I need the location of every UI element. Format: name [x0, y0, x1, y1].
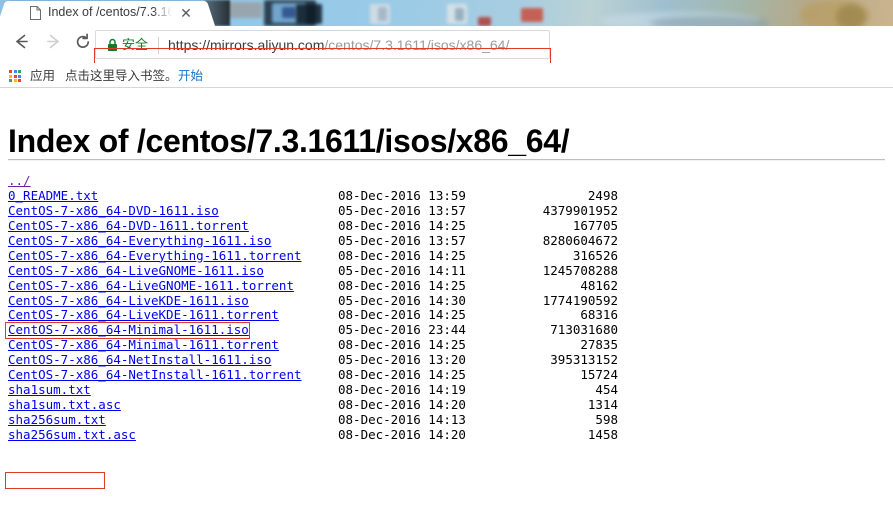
- file-size: 1245708288: [542, 262, 618, 278]
- file-link[interactable]: CentOS-7-x86_64-LiveKDE-1611.torrent: [8, 307, 279, 322]
- security-status-label: 安全: [122, 38, 149, 53]
- file-link[interactable]: 0_README.txt: [8, 188, 98, 203]
- page-content: Index of /centos/7.3.1611/isos/x86_64/ .…: [0, 88, 893, 532]
- file-size: 1774190592: [542, 292, 618, 308]
- file-size: 713031680: [550, 322, 618, 338]
- file-date: 05-Dec-2016 13:57: [338, 232, 466, 248]
- file-size: 15724: [580, 367, 618, 383]
- listing-row: CentOS-7-x86_64-LiveKDE-1611.iso 05-Dec-2…: [8, 292, 885, 309]
- listing-row: sha1sum.txt.asc 08-Dec-2016 14:20 1314: [8, 397, 885, 413]
- file-date: 08-Dec-2016 14:25: [338, 367, 466, 383]
- file-date: 08-Dec-2016 13:59: [338, 187, 466, 203]
- directory-listing: ../0_README.txt 08-Dec-2016 13:59 2498 Cent…: [8, 173, 885, 443]
- listing-row: ../: [8, 173, 885, 189]
- page-title: Index of /centos/7.3.1611/isos/x86_64/: [8, 123, 570, 160]
- file-size: 68316: [580, 307, 618, 323]
- listing-row: CentOS-7-x86_64-LiveKDE-1611.torrent 08-D…: [8, 307, 885, 323]
- file-size: 454: [595, 382, 618, 398]
- listing-row: CentOS-7-x86_64-Minimal-1611.iso 05-Dec-2…: [8, 322, 885, 338]
- file-date: 08-Dec-2016 14:20: [338, 397, 466, 413]
- annotation-box-sha1sum: [5, 472, 105, 489]
- file-size: 27835: [580, 337, 618, 353]
- file-size: 2498: [587, 187, 618, 203]
- file-link[interactable]: sha1sum.txt.asc: [8, 397, 121, 412]
- file-size: 1314: [587, 397, 618, 413]
- bookmark-start-link[interactable]: 开始: [178, 67, 203, 84]
- bookmark-import-hint: 点击这里导入书签。: [65, 68, 178, 83]
- file-date: 08-Dec-2016 14:25: [338, 307, 466, 323]
- file-link[interactable]: CentOS-7-x86_64-DVD-1611.iso: [8, 203, 219, 218]
- file-size: 8280604672: [542, 232, 618, 248]
- file-date: 05-Dec-2016 14:11: [338, 262, 466, 278]
- listing-row: sha256sum.txt.asc 08-Dec-2016 14:20 1458: [8, 426, 885, 443]
- omnibox-divider: [158, 37, 159, 54]
- listing-row: CentOS-7-x86_64-Minimal-1611.torrent 08-D…: [8, 337, 885, 353]
- file-link[interactable]: CentOS-7-x86_64-LiveGNOME-1611.torrent: [8, 278, 294, 293]
- page-icon: [30, 6, 41, 20]
- close-icon[interactable]: ✕: [178, 5, 194, 21]
- back-button[interactable]: [8, 32, 34, 58]
- browser-chrome: Index of /centos/7.3.16 ✕ 安全 https://mir…: [0, 0, 893, 88]
- file-link[interactable]: CentOS-7-x86_64-Everything-1611.iso: [8, 233, 271, 248]
- listing-row: CentOS-7-x86_64-NetInstall-1611.torrent 0…: [8, 367, 885, 383]
- lock-icon: [107, 38, 118, 52]
- file-link[interactable]: CentOS-7-x86_64-DVD-1611.torrent: [8, 218, 249, 233]
- browser-tab[interactable]: Index of /centos/7.3.16 ✕: [8, 1, 204, 26]
- listing-row: CentOS-7-x86_64-Everything-1611.torrent 0…: [8, 247, 885, 264]
- forward-button[interactable]: [40, 32, 66, 58]
- file-link[interactable]: CentOS-7-x86_64-Minimal-1611.torrent: [8, 337, 279, 352]
- listing-row: CentOS-7-x86_64-DVD-1611.iso 05-Dec-2016 …: [8, 202, 885, 219]
- url-origin: https://mirrors.aliyun.com: [168, 37, 325, 53]
- listing-row: CentOS-7-x86_64-Everything-1611.iso 05-De…: [8, 232, 885, 249]
- listing-row: sha256sum.txt 08-Dec-2016 14:13 598: [8, 412, 885, 428]
- file-link[interactable]: CentOS-7-x86_64-LiveGNOME-1611.iso: [8, 263, 264, 278]
- file-link[interactable]: CentOS-7-x86_64-Everything-1611.torrent: [8, 248, 302, 263]
- listing-row: CentOS-7-x86_64-DVD-1611.torrent 08-Dec-2…: [8, 217, 885, 234]
- file-date: 05-Dec-2016 13:57: [338, 202, 466, 218]
- file-date: 08-Dec-2016 14:25: [338, 247, 466, 263]
- file-size: 316526: [572, 247, 618, 263]
- file-link[interactable]: CentOS-7-x86_64-NetInstall-1611.torrent: [8, 367, 302, 382]
- file-date: 05-Dec-2016 23:44: [338, 322, 466, 338]
- file-size: 48162: [580, 277, 618, 293]
- tab-strip: Index of /centos/7.3.16 ✕: [0, 0, 893, 26]
- file-link[interactable]: CentOS-7-x86_64-NetInstall-1611.iso: [8, 352, 271, 367]
- listing-row: CentOS-7-x86_64-NetInstall-1611.iso 05-De…: [8, 352, 885, 368]
- tab-title: Index of /centos/7.3.16: [48, 5, 172, 19]
- bookmark-apps-label[interactable]: 应用: [30, 67, 55, 84]
- browser-toolbar: 安全 https://mirrors.aliyun.com/centos/7.3…: [0, 26, 893, 88]
- address-bar[interactable]: 安全 https://mirrors.aliyun.com/centos/7.3…: [95, 30, 550, 59]
- file-size: 598: [595, 412, 618, 427]
- bookmarks-bar: 应用 点击这里导入书签。 开始: [0, 63, 893, 88]
- file-date: 08-Dec-2016 14:25: [338, 217, 466, 233]
- file-link[interactable]: ../: [8, 173, 31, 188]
- file-date: 08-Dec-2016 14:19: [338, 382, 466, 398]
- file-date: 08-Dec-2016 14:13: [338, 412, 466, 427]
- reload-button[interactable]: [70, 32, 96, 58]
- listing-row: 0_README.txt 08-Dec-2016 13:59 2498: [8, 187, 885, 204]
- file-link[interactable]: CentOS-7-x86_64-LiveKDE-1611.iso: [8, 293, 249, 308]
- apps-grid-icon[interactable]: [9, 70, 21, 82]
- url-text: https://mirrors.aliyun.com/centos/7.3.16…: [168, 35, 509, 56]
- file-date: 05-Dec-2016 14:30: [338, 292, 466, 308]
- file-date: 08-Dec-2016 14:20: [338, 426, 466, 442]
- url-path: /centos/7.3.1611/isos/x86_64/: [324, 37, 510, 53]
- file-date: 05-Dec-2016 13:20: [338, 352, 466, 368]
- file-size: 4379901952: [542, 202, 618, 218]
- listing-row: CentOS-7-x86_64-LiveGNOME-1611.iso 05-Dec…: [8, 262, 885, 279]
- file-link[interactable]: sha1sum.txt: [8, 382, 91, 397]
- title-divider: [8, 159, 885, 161]
- file-link[interactable]: sha256sum.txt: [8, 412, 106, 427]
- listing-row: sha1sum.txt 08-Dec-2016 14:19 454: [8, 382, 885, 398]
- file-date: 08-Dec-2016 14:25: [338, 337, 466, 353]
- file-link[interactable]: sha256sum.txt.asc: [8, 427, 136, 442]
- file-date: 08-Dec-2016 14:25: [338, 277, 466, 293]
- listing-row: CentOS-7-x86_64-LiveGNOME-1611.torrent 08…: [8, 277, 885, 294]
- file-size: 167705: [572, 217, 618, 233]
- file-size: 395313152: [550, 352, 618, 368]
- file-link[interactable]: CentOS-7-x86_64-Minimal-1611.iso: [8, 322, 249, 337]
- browser-window: Index of /centos/7.3.16 ✕ 安全 https://mir…: [0, 0, 893, 532]
- file-size: 1458: [587, 426, 618, 442]
